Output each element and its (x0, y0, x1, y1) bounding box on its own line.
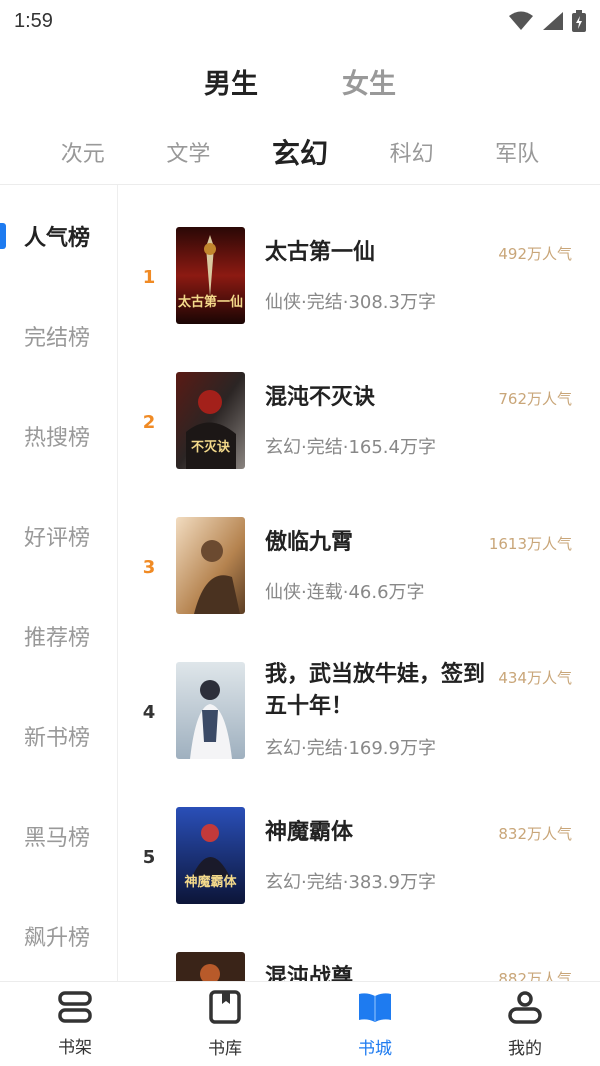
tab-ciyuan[interactable]: 次元 (61, 136, 105, 168)
status-icons (508, 10, 586, 32)
book-title: 混沌不灭诀 (265, 385, 376, 410)
sidebar-item-new-books[interactable]: 新书榜 (0, 706, 117, 766)
nav-label: 书城 (358, 1038, 392, 1059)
book-meta: 玄幻·完结·165.4万字 (265, 437, 436, 458)
book-row-6[interactable]: 6 混沌战尊 882万人气 (119, 952, 600, 981)
bookstore-icon (357, 990, 393, 1028)
signal-icon (542, 11, 564, 31)
ranking-sidebar: 人气榜 完结榜 热搜榜 好评榜 推荐榜 新书榜 黑马榜 飙升榜 (0, 185, 118, 981)
tab-wenxue[interactable]: 文学 (166, 136, 210, 168)
book-meta: 仙侠·完结·308.3万字 (265, 292, 436, 313)
library-icon (209, 989, 241, 1028)
book-cover[interactable] (176, 517, 245, 614)
sidebar-item-popular[interactable]: 人气榜 (0, 206, 117, 266)
status-time: 1:59 (14, 9, 53, 32)
wifi-icon (508, 11, 534, 31)
nav-bookshelf[interactable]: 书架 (0, 982, 150, 1066)
bottom-nav: 书架 书库 书城 我的 (0, 981, 600, 1066)
nav-label: 我的 (508, 1038, 542, 1059)
book-popularity: 762万人气 (498, 390, 572, 408)
book-title: 我，武当放牛娃，签到五十年！ (265, 662, 486, 719)
book-cover[interactable] (176, 952, 245, 981)
tab-male[interactable]: 男生 (204, 62, 258, 108)
nav-bookstore[interactable]: 书城 (300, 982, 450, 1066)
book-cover[interactable] (176, 662, 245, 759)
rank-number: 4 (142, 702, 156, 723)
status-bar: 1:59 (0, 0, 600, 42)
book-popularity: 492万人气 (498, 245, 572, 263)
book-row-3[interactable]: 3 傲临九霄 仙侠·连载·46.6万字 1613万人气 (119, 517, 600, 637)
rank-number: 1 (142, 267, 156, 288)
tab-xuanhuan[interactable]: 玄幻 (272, 132, 328, 172)
book-cover[interactable]: 不灭诀 (176, 372, 245, 469)
sidebar-item-recommended[interactable]: 推荐榜 (0, 606, 117, 666)
cover-title: 不灭诀 (190, 440, 230, 455)
sidebar-item-hot-search[interactable]: 热搜榜 (0, 406, 117, 466)
book-title: 傲临九霄 (265, 530, 354, 555)
book-meta: 玄幻·完结·383.9万字 (265, 872, 436, 893)
book-meta: 仙侠·连载·46.6万字 (265, 582, 425, 603)
tab-kehuan[interactable]: 科幻 (390, 136, 434, 168)
nav-label: 书库 (208, 1038, 242, 1059)
book-popularity: 832万人气 (498, 825, 572, 843)
profile-icon (508, 990, 542, 1028)
book-title: 混沌战尊 (265, 965, 354, 981)
cover-title: 太古第一仙 (177, 295, 243, 310)
bookshelf-icon (57, 990, 93, 1027)
rank-number: 3 (142, 557, 156, 578)
sidebar-item-top-rated[interactable]: 好评榜 (0, 506, 117, 566)
cover-title: 神魔霸体 (184, 875, 237, 890)
book-popularity: 434万人气 (498, 669, 572, 687)
rank-number: 5 (142, 847, 156, 868)
book-popularity: 882万人气 (498, 970, 572, 981)
sidebar-item-dark-horse[interactable]: 黑马榜 (0, 806, 117, 866)
book-title: 神魔霸体 (265, 820, 354, 845)
nav-library[interactable]: 书库 (150, 982, 300, 1066)
sidebar-item-rising[interactable]: 飙升榜 (0, 906, 117, 966)
battery-icon (572, 10, 586, 32)
book-popularity: 1613万人气 (488, 535, 572, 553)
book-cover[interactable]: 太古第一仙 (176, 227, 245, 324)
nav-profile[interactable]: 我的 (450, 982, 600, 1066)
gender-tabs: 男生 女生 (0, 62, 600, 108)
sidebar-item-completed[interactable]: 完结榜 (0, 306, 117, 366)
tab-jundui[interactable]: 军队 (495, 136, 539, 168)
book-title: 太古第一仙 (265, 240, 376, 265)
ranking-list: 1 太古第一仙 太古第一仙 仙侠·完结·308.3万字 492万人气 2 不灭诀… (119, 185, 600, 981)
book-row-5[interactable]: 5 神魔霸体 神魔霸体 玄幻·完结·383.9万字 832万人气 (119, 807, 600, 927)
book-cover[interactable]: 神魔霸体 (176, 807, 245, 904)
book-row-1[interactable]: 1 太古第一仙 太古第一仙 仙侠·完结·308.3万字 492万人气 (119, 227, 600, 347)
rank-number: 2 (142, 412, 156, 433)
book-row-2[interactable]: 2 不灭诀 混沌不灭诀 玄幻·完结·165.4万字 762万人气 (119, 372, 600, 492)
nav-label: 书架 (58, 1037, 92, 1058)
tab-female[interactable]: 女生 (342, 62, 396, 108)
category-tabs: 次元 文学 玄幻 科幻 军队 (0, 128, 600, 176)
book-meta: 玄幻·完结·169.9万字 (265, 738, 436, 759)
book-row-4[interactable]: 4 我，武当放牛娃，签到五十年！ 玄幻·完结·169.9万字 434万人气 (119, 662, 600, 782)
